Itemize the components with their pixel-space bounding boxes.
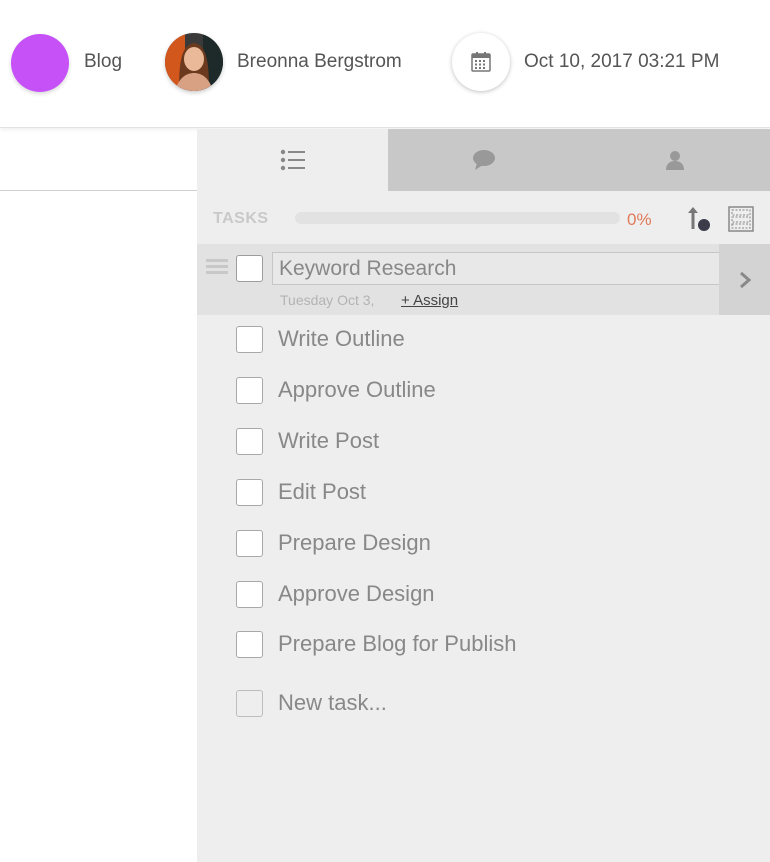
task-label[interactable]: Approve Design (278, 581, 435, 607)
divider (0, 190, 197, 191)
task-label[interactable]: Prepare Blog for Publish (278, 631, 516, 657)
task-due-date[interactable]: Tuesday Oct 3, (280, 292, 374, 308)
chevron-right-icon (739, 271, 751, 288)
task-label[interactable]: Approve Outline (278, 377, 436, 403)
task-title-input[interactable]: Keyword Research (272, 252, 719, 285)
task-label[interactable]: Edit Post (278, 479, 366, 505)
task-item[interactable]: Edit Post (197, 474, 770, 514)
project-name[interactable]: Blog (84, 51, 122, 73)
user-name[interactable]: Breonna Bergstrom (237, 51, 402, 73)
task-item[interactable]: Approve Design (197, 576, 770, 616)
task-checkbox[interactable] (236, 631, 263, 658)
sort-button[interactable] (685, 205, 713, 233)
calendar-icon (471, 52, 491, 72)
task-checkbox[interactable] (236, 530, 263, 557)
task-label[interactable]: Write Outline (278, 326, 405, 352)
task-checkbox[interactable] (236, 255, 263, 282)
task-checkbox[interactable] (236, 377, 263, 404)
task-label[interactable]: Write Post (278, 428, 379, 454)
task-checkbox (236, 690, 263, 717)
project-color-dot[interactable] (11, 34, 69, 92)
tab-people[interactable] (579, 129, 770, 191)
tab-tasks[interactable] (197, 129, 388, 191)
drag-handle-icon[interactable] (206, 259, 228, 275)
task-progress-percent: 0% (627, 210, 652, 229)
avatar[interactable] (165, 33, 223, 91)
task-item[interactable]: Approve Outline (197, 372, 770, 412)
grid-icon (728, 206, 754, 232)
task-checkbox[interactable] (236, 479, 263, 506)
sort-icon (688, 207, 710, 231)
task-item[interactable]: Prepare Blog for Publish (197, 626, 770, 666)
new-task-input[interactable]: New task... (278, 690, 387, 716)
top-header: Blog Breonna Bergstrom Oct 10, 2017 03:2… (0, 0, 770, 128)
task-item[interactable]: Write Post (197, 423, 770, 463)
task-label[interactable]: Prepare Design (278, 530, 431, 556)
person-icon (665, 151, 684, 170)
list-icon (280, 149, 305, 171)
task-panel: TASKS 0% Keyword Research Tuesday Oct 3,… (197, 129, 770, 862)
assign-link[interactable]: + Assign (401, 292, 458, 309)
view-toggle-button[interactable] (728, 206, 754, 232)
task-checkbox[interactable] (236, 581, 263, 608)
chat-bubble-icon (472, 150, 495, 170)
task-progress-bar (295, 212, 620, 224)
task-checkbox[interactable] (236, 326, 263, 353)
tasks-heading: TASKS (213, 210, 269, 227)
task-item[interactable]: Prepare Design (197, 525, 770, 565)
task-checkbox[interactable] (236, 428, 263, 455)
calendar-button[interactable] (452, 33, 510, 91)
selected-task-row[interactable]: Keyword Research Tuesday Oct 3, + Assign (197, 244, 770, 315)
date-time[interactable]: Oct 10, 2017 03:21 PM (524, 51, 719, 73)
panel-tabs (197, 129, 770, 191)
user-photo-icon (165, 33, 223, 91)
task-item[interactable]: Write Outline (197, 321, 770, 361)
new-task-row[interactable]: New task... (197, 685, 770, 725)
tab-comments[interactable] (388, 129, 579, 191)
app-root: Blog Breonna Bergstrom Oct 10, 2017 03:2… (0, 0, 770, 862)
open-task-button[interactable] (719, 244, 770, 315)
